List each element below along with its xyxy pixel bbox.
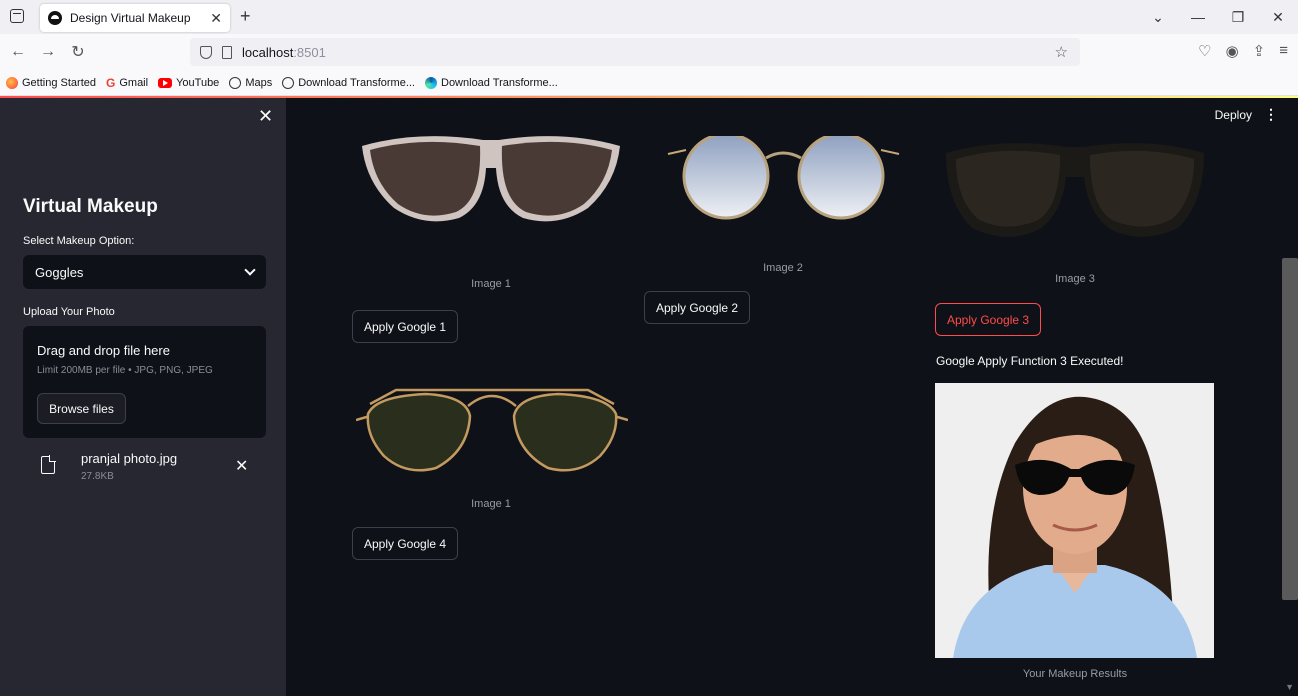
youtube-icon xyxy=(158,77,173,88)
bookmark-download-1[interactable]: Download Transforme... xyxy=(282,76,415,89)
bookmark-label: Gmail xyxy=(119,76,149,89)
bookmark-maps[interactable]: Maps xyxy=(229,76,273,89)
account-icon[interactable]: ◉ xyxy=(1226,42,1239,60)
uploaded-file: pranjal photo.jpg 27.8KB ✕ xyxy=(23,450,266,490)
address-bar[interactable]: localhost :8501 ☆ xyxy=(190,38,1080,66)
url-port: :8501 xyxy=(293,44,326,60)
google-icon: G xyxy=(106,75,116,90)
forward-icon[interactable]: → xyxy=(36,43,60,61)
bookmark-label: Maps xyxy=(245,76,273,89)
glasses-image-2 xyxy=(667,136,900,220)
scrollbar-thumb[interactable] xyxy=(1282,258,1298,600)
upload-label: Upload Your Photo xyxy=(23,306,115,318)
browser-tab[interactable]: Design Virtual Makeup ✕ xyxy=(40,4,230,32)
close-tab-icon[interactable]: ✕ xyxy=(210,10,222,27)
pocket-icon[interactable]: ♡ xyxy=(1198,42,1211,60)
result-photo xyxy=(935,383,1214,658)
menu-icon[interactable]: ≡ xyxy=(1279,42,1288,60)
sidebar-title: Virtual Makeup xyxy=(23,196,158,217)
glasses-image-1 xyxy=(362,136,620,222)
minimize-icon[interactable]: — xyxy=(1178,9,1218,25)
navigation-bar: ← → ↻ localhost :8501 ☆ ♡ ◉ ⇪ ≡ xyxy=(0,34,1298,70)
apply-google-1-button[interactable]: Apply Google 1 xyxy=(352,310,459,343)
new-tab-icon[interactable]: + xyxy=(240,6,251,27)
bookmark-gmail[interactable]: G Gmail xyxy=(106,76,148,90)
glasses-image-4 xyxy=(356,388,628,472)
url-host: localhost xyxy=(242,44,294,60)
select-value: Goggles xyxy=(35,264,84,280)
tab-list-icon[interactable] xyxy=(10,9,24,23)
dropzone-title: Drag and drop file here xyxy=(37,343,170,358)
apply-google-4-button[interactable]: Apply Google 4 xyxy=(352,527,459,560)
close-window-icon[interactable]: ✕ xyxy=(1258,9,1298,26)
bookmark-label: YouTube xyxy=(176,76,220,89)
shield-icon[interactable] xyxy=(200,45,212,59)
bookmark-download-2[interactable]: Download Transforme... xyxy=(425,76,558,89)
select-label: Select Makeup Option: xyxy=(23,235,135,247)
bookmark-youtube[interactable]: YouTube xyxy=(158,77,219,89)
remove-file-icon[interactable]: ✕ xyxy=(235,456,248,476)
streamlit-favicon-icon xyxy=(48,11,62,25)
main-content: Deploy ⋮ Image 1 Apply Google 1 Image 2 … xyxy=(286,98,1298,696)
deploy-button[interactable]: Deploy xyxy=(1215,108,1252,122)
reload-icon[interactable]: ↻ xyxy=(66,42,90,62)
image-caption-1: Image 1 xyxy=(471,278,511,290)
file-icon xyxy=(41,455,56,474)
bookmark-getting-started[interactable]: Getting Started xyxy=(6,76,96,89)
image-caption-4: Image 1 xyxy=(471,498,511,510)
sidebar: ✕ Virtual Makeup Select Makeup Option: G… xyxy=(0,98,286,696)
bookmark-label: Getting Started xyxy=(22,76,96,89)
back-icon[interactable]: ← xyxy=(6,43,30,61)
chevron-down-icon xyxy=(244,264,256,276)
restore-icon[interactable]: ❐ xyxy=(1218,9,1258,26)
dropzone-limit: Limit 200MB per file • JPG, PNG, JPEG xyxy=(37,365,213,376)
main-menu-icon[interactable]: ⋮ xyxy=(1264,106,1278,123)
glasses-image-3 xyxy=(946,143,1204,237)
browse-files-button[interactable]: Browse files xyxy=(37,393,126,424)
apply-google-3-button[interactable]: Apply Google 3 xyxy=(935,303,1042,336)
scroll-down-icon[interactable]: ▼ xyxy=(1285,682,1294,692)
result-caption: Your Makeup Results xyxy=(1022,668,1128,680)
makeup-result-image xyxy=(935,383,1214,658)
bookmark-label: Download Transforme... xyxy=(298,76,415,89)
edge-icon xyxy=(425,76,437,89)
apply-google-2-button[interactable]: Apply Google 2 xyxy=(644,291,751,324)
page-icon[interactable] xyxy=(222,45,232,59)
bookmarks-bar: Getting Started G Gmail YouTube Maps Down… xyxy=(0,70,1298,96)
close-sidebar-icon[interactable]: ✕ xyxy=(258,106,273,127)
firefox-icon xyxy=(6,76,18,89)
image-caption-3: Image 3 xyxy=(1055,273,1095,285)
bookmark-star-icon[interactable]: ☆ xyxy=(1055,43,1068,61)
window-controls: ⌄ — ❐ ✕ xyxy=(1138,0,1298,34)
list-all-tabs-icon[interactable]: ⌄ xyxy=(1138,9,1178,26)
status-message: Google Apply Function 3 Executed! xyxy=(936,354,1124,368)
makeup-option-select[interactable]: Goggles xyxy=(23,255,266,289)
image-caption-2: Image 2 xyxy=(763,262,803,274)
globe-icon xyxy=(282,76,295,89)
tab-title: Design Virtual Makeup xyxy=(70,11,191,25)
file-name: pranjal photo.jpg xyxy=(81,451,178,466)
extensions-icon[interactable]: ⇪ xyxy=(1253,42,1266,60)
toolbar-icons: ♡ ◉ ⇪ ≡ xyxy=(1198,42,1288,60)
globe-icon xyxy=(229,76,242,89)
file-dropzone[interactable]: Drag and drop file here Limit 200MB per … xyxy=(23,326,266,438)
file-size: 27.8KB xyxy=(81,471,114,482)
browser-tabstrip: Design Virtual Makeup ✕ + ⌄ — ❐ ✕ xyxy=(0,0,1298,34)
bookmark-label: Download Transforme... xyxy=(441,76,558,89)
